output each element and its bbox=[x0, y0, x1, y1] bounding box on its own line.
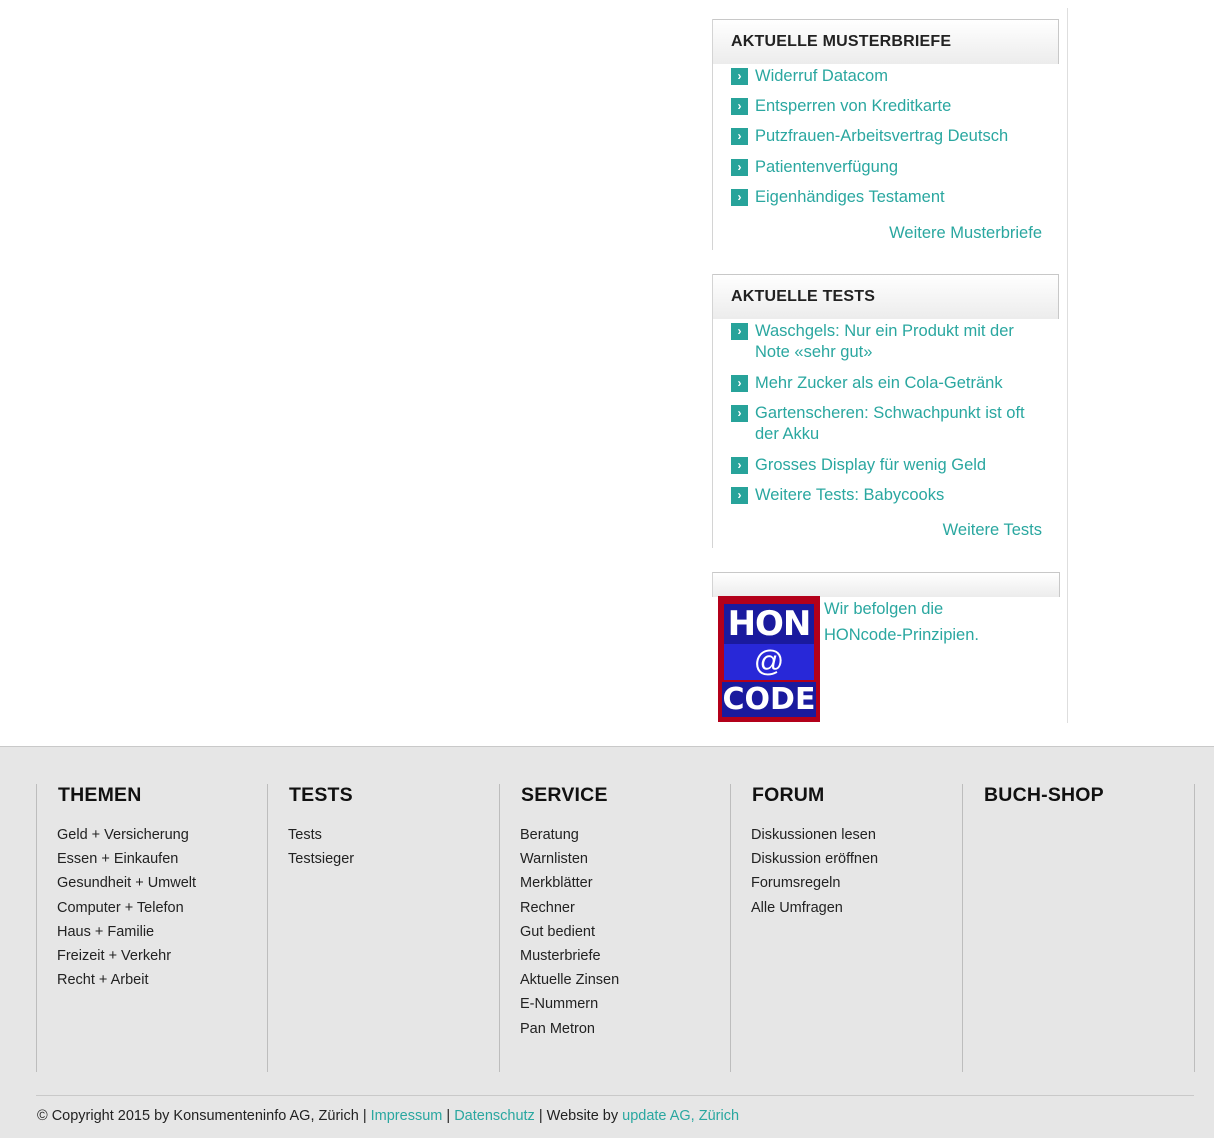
footer-link[interactable]: Tests bbox=[288, 823, 499, 847]
footer-link[interactable]: Recht + Arbeit bbox=[57, 968, 268, 992]
sidebar-link-label: Grosses Display für wenig Geld bbox=[755, 456, 987, 474]
sidebar-link-label: Waschgels: Nur ein Produkt mit der Note … bbox=[755, 322, 1014, 361]
footer-link[interactable]: E-Nummern bbox=[520, 992, 731, 1016]
footer-link-list: Diskussionen lesen Diskussion eröffnen For… bbox=[751, 823, 962, 920]
footer-link[interactable]: Alle Umfragen bbox=[751, 896, 962, 920]
chevron-right-icon: › bbox=[731, 189, 748, 206]
footer-link[interactable]: Musterbriefe bbox=[520, 944, 731, 968]
footer-column-title[interactable]: THEMEN bbox=[58, 784, 268, 807]
sidebar-link[interactable]: › Weitere Tests: Babycooks bbox=[731, 485, 1045, 506]
footer-column: SERVICE Beratung Warnlisten Merkblätter Rech… bbox=[499, 784, 731, 1072]
footer-link[interactable]: Forumsregeln bbox=[751, 871, 962, 895]
chevron-right-icon: › bbox=[731, 98, 748, 115]
datenschutz-link[interactable]: Datenschutz bbox=[454, 1108, 535, 1124]
sidebar-link[interactable]: › Grosses Display für wenig Geld bbox=[731, 455, 1045, 476]
sidebar-link-label: Patientenverfügung bbox=[755, 158, 899, 176]
hon-logo-top: HON bbox=[724, 604, 814, 644]
chevron-right-icon: › bbox=[731, 375, 748, 392]
more-tests-link[interactable]: Weitere Tests bbox=[943, 521, 1042, 540]
sidebar-link[interactable]: › Entsperren von Kreditkarte bbox=[731, 96, 1045, 117]
footer-link[interactable]: Rechner bbox=[520, 896, 731, 920]
chevron-right-icon: › bbox=[731, 487, 748, 504]
chevron-right-icon: › bbox=[731, 128, 748, 145]
sidebar-link[interactable]: › Widerruf Datacom bbox=[731, 66, 1045, 87]
sidebar-link-label: Mehr Zucker als ein Cola-Getränk bbox=[755, 374, 1003, 392]
sidebar-link[interactable]: › Patientenverfügung bbox=[731, 157, 1045, 178]
footer-column: FORUM Diskussionen lesen Diskussion eröffn… bbox=[730, 784, 962, 1072]
footer-link[interactable]: Computer + Telefon bbox=[57, 896, 268, 920]
chevron-right-icon: › bbox=[731, 159, 748, 176]
footer-link[interactable]: Pan Metron bbox=[520, 1017, 731, 1041]
chevron-right-icon: › bbox=[731, 457, 748, 474]
footer: THEMEN Geld + Versicherung Essen + Einkauf… bbox=[0, 746, 1214, 1138]
copyright-text: © Copyright 2015 by Konsumenteninfo AG, … bbox=[37, 1108, 367, 1124]
musterbriefe-box: AKTUELLE MUSTERBRIEFE › Widerruf Datacom ›… bbox=[712, 19, 1059, 250]
footer-link[interactable]: Diskussion eröffnen bbox=[751, 847, 962, 871]
chevron-right-icon: › bbox=[731, 68, 748, 85]
footer-column-title[interactable]: SERVICE bbox=[521, 784, 731, 807]
sidebar-link[interactable]: › Gartenscheren: Schwachpunkt ist oft der… bbox=[731, 403, 1045, 445]
tests-box: AKTUELLE TESTS › Waschgels: Nur ein Produ… bbox=[712, 274, 1059, 548]
copyright-separator: | bbox=[446, 1108, 451, 1124]
footer-link[interactable]: Gut bedient bbox=[520, 920, 731, 944]
sidebar-link-label: Eigenhändiges Testament bbox=[755, 188, 945, 206]
footer-link[interactable]: Gesundheit + Umwelt bbox=[57, 871, 268, 895]
sidebar-link-label: Widerruf Datacom bbox=[755, 67, 888, 85]
sidebar-link-label: Weitere Tests: Babycooks bbox=[755, 486, 945, 504]
sidebar-link[interactable]: › Mehr Zucker als ein Cola-Getränk bbox=[731, 373, 1045, 394]
hon-logo[interactable]: HON @ CODE bbox=[718, 596, 820, 722]
hon-logo-bottom: CODE bbox=[722, 682, 816, 717]
tests-header: AKTUELLE TESTS bbox=[713, 274, 1059, 319]
website-by-text: | Website by bbox=[538, 1108, 619, 1124]
footer-column-title[interactable]: FORUM bbox=[752, 784, 962, 807]
footer-link[interactable]: Haus + Familie bbox=[57, 920, 268, 944]
copyright-line: © Copyright 2015 by Konsumenteninfo AG, … bbox=[37, 1108, 739, 1124]
footer-link-list: Tests Testsieger bbox=[288, 823, 499, 871]
sidebar-link[interactable]: › Waschgels: Nur ein Produkt mit der Note… bbox=[731, 321, 1045, 363]
footer-link[interactable]: Geld + Versicherung bbox=[57, 823, 268, 847]
footer-column: BUCH-SHOP bbox=[962, 784, 1195, 1072]
footer-link[interactable]: Aktuelle Zinsen bbox=[520, 968, 731, 992]
footer-link[interactable]: Essen + Einkaufen bbox=[57, 847, 268, 871]
impressum-link[interactable]: Impressum bbox=[371, 1108, 443, 1124]
chevron-right-icon: › bbox=[731, 405, 748, 422]
footer-column-title[interactable]: TESTS bbox=[289, 784, 499, 807]
footer-link[interactable]: Diskussionen lesen bbox=[751, 823, 962, 847]
footer-link-list: Geld + Versicherung Essen + Einkaufen Gesu… bbox=[57, 823, 268, 992]
footer-column-title[interactable]: BUCH-SHOP bbox=[984, 784, 1194, 807]
update-ag-link[interactable]: update AG, Zürich bbox=[622, 1108, 739, 1124]
hon-logo-mid: @ bbox=[724, 644, 814, 680]
footer-link-list: Beratung Warnlisten Merkblätter Rechner Gut … bbox=[520, 823, 731, 1041]
sidebar: AKTUELLE MUSTERBRIEFE › Widerruf Datacom ›… bbox=[712, 0, 1068, 723]
hon-header bbox=[712, 572, 1060, 597]
tests-title: AKTUELLE TESTS bbox=[731, 288, 876, 305]
sidebar-link[interactable]: › Putzfrauen-Arbeitsvertrag Deutsch bbox=[731, 126, 1045, 147]
footer-link[interactable]: Freizeit + Verkehr bbox=[57, 944, 268, 968]
hon-link[interactable]: Wir befolgen die HONcode-Prinzipien. bbox=[824, 596, 1004, 648]
sidebar-link-label: Putzfrauen-Arbeitsvertrag Deutsch bbox=[755, 127, 1009, 145]
more-musterbriefe-link[interactable]: Weitere Musterbriefe bbox=[889, 224, 1042, 243]
footer-link[interactable]: Merkblätter bbox=[520, 871, 731, 895]
footer-divider bbox=[36, 1095, 1194, 1096]
chevron-right-icon: › bbox=[731, 323, 748, 340]
footer-link[interactable]: Testsieger bbox=[288, 847, 499, 871]
footer-link[interactable]: Beratung bbox=[520, 823, 731, 847]
sidebar-link[interactable]: › Eigenhändiges Testament bbox=[731, 187, 1045, 208]
footer-column: THEMEN Geld + Versicherung Essen + Einkauf… bbox=[36, 784, 268, 1072]
sidebar-link-label: Gartenscheren: Schwachpunkt ist oft der … bbox=[755, 404, 1025, 443]
footer-column: TESTS Tests Testsieger bbox=[267, 784, 499, 1072]
musterbriefe-title: AKTUELLE MUSTERBRIEFE bbox=[731, 33, 952, 50]
footer-link[interactable]: Warnlisten bbox=[520, 847, 731, 871]
sidebar-divider bbox=[1067, 8, 1068, 723]
sidebar-link-label: Entsperren von Kreditkarte bbox=[755, 97, 952, 115]
musterbriefe-header: AKTUELLE MUSTERBRIEFE bbox=[713, 19, 1059, 64]
